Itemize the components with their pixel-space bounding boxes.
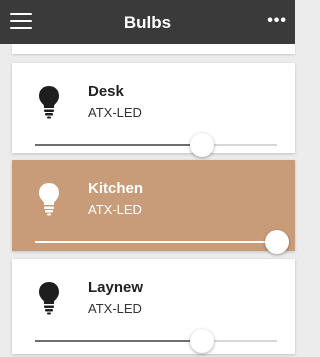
- slider-thumb[interactable]: [265, 230, 289, 254]
- bulb-card-laynew[interactable]: Laynew ATX-LED: [12, 259, 295, 354]
- lightbulb-icon: [39, 282, 59, 315]
- previous-card-edge: [12, 44, 295, 54]
- top-bar: Bulbs •••: [0, 0, 295, 44]
- bulb-name: Laynew: [88, 279, 144, 296]
- bulb-card-kitchen[interactable]: Kitchen ATX-LED: [12, 160, 295, 254]
- bulb-model: ATX-LED: [88, 105, 142, 120]
- brightness-slider[interactable]: [35, 131, 277, 161]
- slider-fill: [35, 241, 277, 243]
- slider-fill: [35, 144, 202, 146]
- lightbulb-icon: [39, 183, 59, 216]
- page-title: Bulbs: [123, 13, 172, 32]
- slider-thumb[interactable]: [189, 329, 214, 353]
- lightbulb-icon: [39, 86, 59, 119]
- bulb-name: Desk: [88, 83, 124, 100]
- bulb-card-desk[interactable]: Desk ATX-LED: [12, 63, 295, 157]
- bulb-name: Kitchen: [88, 180, 144, 197]
- slider-fill: [35, 340, 202, 342]
- slider-thumb[interactable]: [189, 133, 214, 157]
- brightness-slider[interactable]: [35, 228, 289, 258]
- brightness-slider[interactable]: [35, 327, 277, 357]
- bulb-model: ATX-LED: [88, 301, 142, 316]
- bulb-model: ATX-LED: [88, 202, 142, 217]
- more-options-icon[interactable]: •••: [267, 12, 287, 30]
